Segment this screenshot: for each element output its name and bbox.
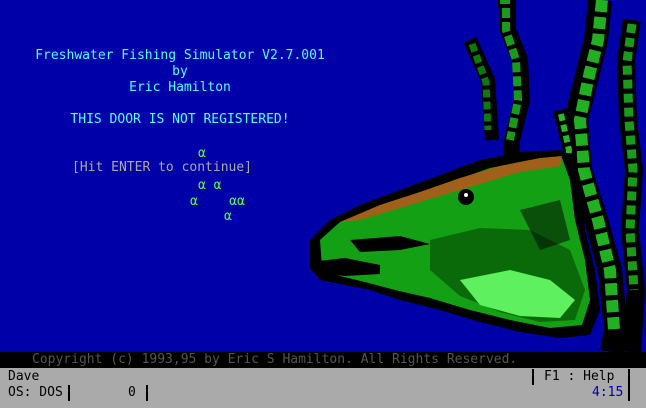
- game-title: Freshwater Fishing Simulator V2.7.001: [35, 48, 325, 63]
- bass-fish-icon: [310, 150, 600, 338]
- help-key-hint[interactable]: F1 : Help: [544, 369, 614, 385]
- copyright-text: Copyright (c) 1993,95 by Eric S Hamilton…: [32, 352, 518, 367]
- user-name: Dave: [8, 369, 40, 384]
- node-counter: 0: [128, 385, 136, 400]
- door-screen: Freshwater Fishing Simulator V2.7.001 by…: [0, 0, 646, 408]
- divider: [628, 369, 630, 401]
- time-left: 4:15: [592, 385, 624, 400]
- bubble-icon: α α: [198, 178, 222, 193]
- bubble-icon: α αα: [190, 194, 245, 209]
- divider: [68, 385, 70, 401]
- status-bar: Dave OS: DOS 0 F1 : Help 4:15: [0, 368, 646, 408]
- os-label: OS: DOS: [8, 385, 63, 400]
- divider: [532, 369, 534, 385]
- by-label: by: [172, 64, 188, 79]
- author-name: Eric Hamilton: [129, 80, 231, 95]
- bubble-icon: α: [224, 209, 232, 224]
- continue-prompt[interactable]: [Hit ENTER to continue]: [72, 160, 252, 176]
- copyright-bar: Copyright (c) 1993,95 by Eric S Hamilton…: [0, 352, 646, 368]
- divider: [146, 385, 148, 401]
- registration-notice: THIS DOOR IS NOT REGISTERED!: [70, 112, 290, 127]
